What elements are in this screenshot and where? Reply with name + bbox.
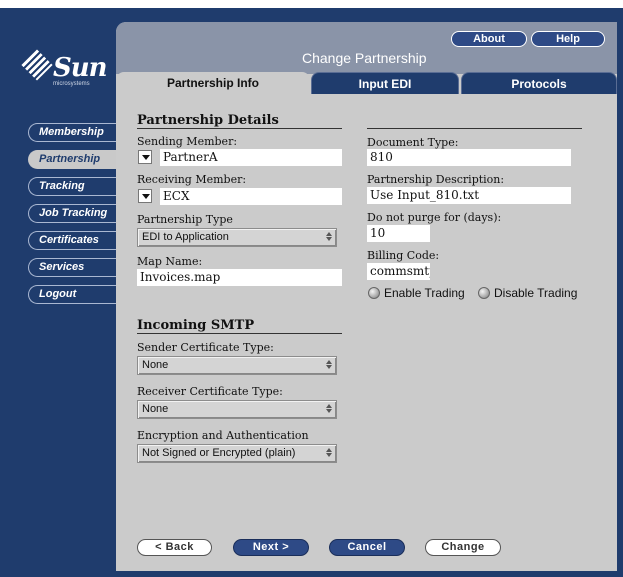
disable-trading-label: Disable Trading (494, 286, 578, 300)
purge-days-input[interactable]: 10 (367, 225, 430, 242)
sidebar-item-logout[interactable]: Logout (28, 285, 120, 304)
divider (137, 333, 342, 334)
purge-days-label: Do not purge for (days): (367, 211, 502, 224)
encryption-label: Encryption and Authentication (137, 429, 309, 442)
receiver-cert-select[interactable]: None (137, 400, 337, 419)
sending-member-dropdown[interactable] (138, 150, 152, 164)
select-arrows-icon (326, 448, 332, 458)
cancel-button[interactable]: Cancel (329, 539, 405, 556)
tab-input-edi[interactable]: Input EDI (311, 72, 459, 94)
document-type-input[interactable]: 810 (367, 149, 571, 166)
description-label: Partnership Description: (367, 173, 505, 186)
sidebar-item-certificates[interactable]: Certificates (28, 231, 120, 250)
select-arrows-icon (326, 404, 332, 414)
sender-cert-label: Sender Certificate Type: (137, 341, 274, 354)
brand-name: Sun (53, 53, 108, 83)
top-margin (0, 0, 623, 8)
sidebar-item-tracking[interactable]: Tracking (28, 177, 120, 196)
map-name-label: Map Name: (137, 255, 203, 268)
help-button[interactable]: Help (531, 31, 605, 47)
radio-icon (368, 287, 380, 299)
receiving-member-dropdown[interactable] (138, 189, 152, 203)
document-type-label: Document Type: (367, 136, 459, 149)
description-input[interactable]: Use Input_810.txt (367, 187, 571, 204)
disable-trading-radio[interactable]: Disable Trading (478, 286, 577, 300)
sidebar-item-job-tracking[interactable]: Job Tracking (28, 204, 120, 223)
page-title: Change Partnership (302, 50, 427, 66)
back-button[interactable]: < Back (137, 539, 212, 556)
enable-trading-radio[interactable]: Enable Trading (368, 286, 465, 300)
sun-logo-icon (21, 49, 53, 81)
receiver-cert-label: Receiver Certificate Type: (137, 385, 283, 398)
sidebar-item-services[interactable]: Services (28, 258, 120, 277)
encryption-value: Not Signed or Encrypted (plain) (142, 447, 296, 459)
billing-code-label: Billing Code: (367, 249, 440, 262)
sender-cert-value: None (142, 359, 169, 371)
enable-trading-label: Enable Trading (384, 286, 465, 300)
map-name-input[interactable]: Invoices.map (137, 269, 342, 286)
header-bar (116, 22, 617, 74)
tab-protocols[interactable]: Protocols (461, 72, 617, 94)
sidebar-item-membership[interactable]: Membership (28, 123, 120, 142)
encryption-select[interactable]: Not Signed or Encrypted (plain) (137, 444, 337, 463)
receiving-member-label: Receiving Member: (137, 173, 247, 186)
partnership-type-select[interactable]: EDI to Application (137, 228, 337, 247)
select-arrows-icon (326, 232, 332, 242)
partnership-type-value: EDI to Application (142, 231, 229, 243)
sending-member-label: Sending Member: (137, 135, 238, 148)
sidebar-item-partnership[interactable]: Partnership (28, 150, 120, 169)
change-button[interactable]: Change (425, 539, 501, 556)
brand-tagline: microsystems (53, 81, 90, 87)
sending-member-value: PartnerA (160, 149, 342, 166)
divider (137, 128, 342, 129)
tab-partnership-info[interactable]: Partnership Info (116, 72, 310, 94)
receiving-member-value: ECX (160, 188, 342, 205)
incoming-smtp-heading: Incoming SMTP (137, 318, 255, 333)
divider (367, 128, 582, 129)
about-button[interactable]: About (451, 31, 527, 47)
sun-logo: Sun microsystems (21, 49, 108, 87)
receiver-cert-value: None (142, 403, 169, 415)
billing-code-input[interactable]: commsmtp (367, 263, 430, 280)
partnership-type-label: Partnership Type (137, 213, 233, 226)
radio-icon (478, 287, 490, 299)
sidebar-nav: Membership Partnership Tracking Job Trac… (28, 123, 120, 312)
select-arrows-icon (326, 360, 332, 370)
partnership-details-heading: Partnership Details (137, 113, 279, 128)
sender-cert-select[interactable]: None (137, 356, 337, 375)
next-button[interactable]: Next > (233, 539, 309, 556)
